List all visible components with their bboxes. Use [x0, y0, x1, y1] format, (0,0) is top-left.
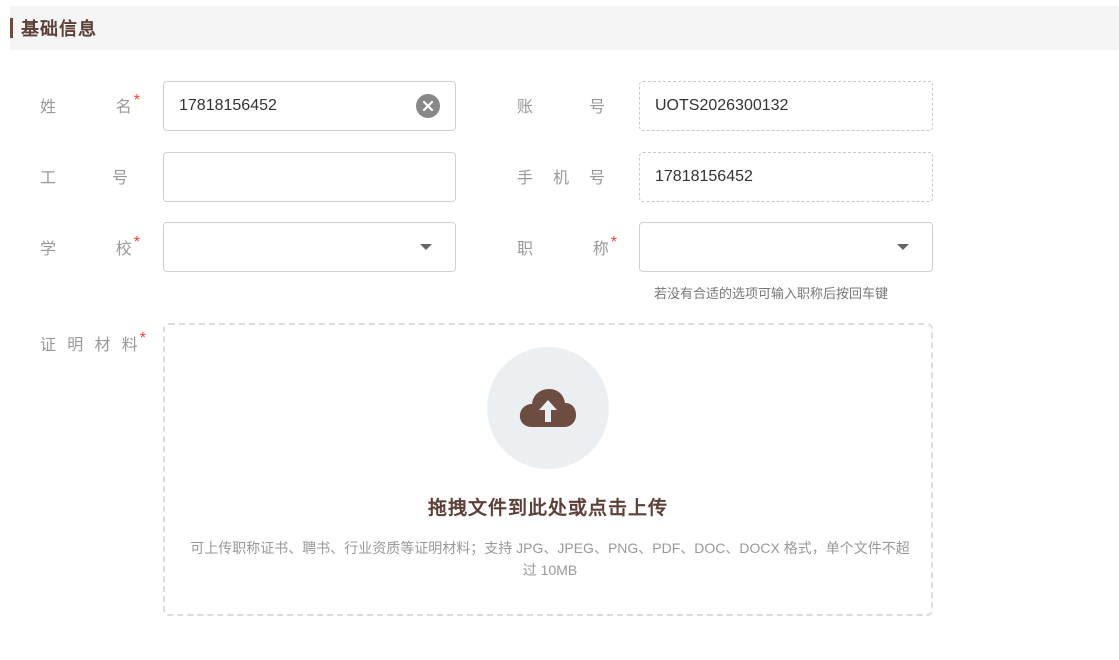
title-label: 职 称 * — [517, 234, 617, 258]
required-mark: * — [139, 330, 146, 347]
required-mark: * — [610, 234, 617, 251]
file-upload-dropzone[interactable]: 拖拽文件到此处或点击上传 可上传职称证书、聘书、行业资质等证明材料；支持 JPG… — [163, 323, 933, 616]
phone-field: 17818156452 — [639, 152, 933, 202]
proof-label-char: 材 — [94, 337, 111, 354]
name-input-value: 17818156452 — [179, 97, 277, 114]
section-header: 基础信息 — [10, 6, 1119, 50]
account-label-char: 账 — [517, 99, 534, 116]
phone-label-char: 手 — [517, 170, 534, 187]
phone-value: 17818156452 — [655, 168, 753, 185]
section-accent-bar — [10, 18, 13, 38]
school-label-char: 校 — [115, 241, 132, 258]
phone-label-char: 号 — [588, 170, 605, 187]
cloud-upload-icon — [519, 389, 576, 427]
title-hint: 若没有合适的选项可输入职称后按回车键 — [654, 286, 889, 301]
proof-label-char: 明 — [67, 337, 84, 354]
upload-description: 可上传职称证书、聘书、行业资质等证明材料；支持 JPG、JPEG、PNG、PDF… — [190, 540, 910, 578]
proof-label-char: 证 — [40, 337, 57, 354]
school-select[interactable] — [163, 222, 456, 272]
name-label: 姓 名 * — [40, 92, 140, 116]
title-label-char: 职 — [517, 241, 534, 258]
employee-id-label-char: 工 — [40, 170, 57, 187]
name-label-char: 名 — [115, 99, 132, 116]
employee-id-label-char: 号 — [111, 170, 128, 187]
name-input[interactable]: 17818156452 — [163, 81, 456, 131]
school-label: 学 校 * — [40, 234, 140, 258]
proof-label-char: 料 — [121, 337, 138, 354]
required-mark: * — [133, 92, 140, 109]
clear-icon[interactable] — [416, 94, 440, 118]
chevron-down-icon[interactable] — [897, 244, 909, 250]
upload-title: 拖拽文件到此处或点击上传 — [427, 498, 668, 519]
title-select[interactable] — [639, 222, 933, 272]
employee-id-label: 工 号 — [40, 166, 128, 187]
school-label-char: 学 — [40, 241, 57, 258]
employee-id-input[interactable] — [163, 152, 456, 202]
phone-label-char: 机 — [552, 170, 569, 187]
account-label: 账 号 — [517, 95, 605, 116]
name-label-char: 姓 — [40, 99, 57, 116]
phone-label: 手 机 号 — [517, 166, 605, 187]
account-value: UOTS2026300132 — [655, 97, 789, 114]
section-title: 基础信息 — [21, 19, 97, 39]
title-label-char: 称 — [592, 241, 609, 258]
account-field: UOTS2026300132 — [639, 81, 933, 131]
proof-label: 证 明 材 料 * — [40, 330, 146, 354]
account-label-char: 号 — [588, 99, 605, 116]
required-mark: * — [133, 234, 140, 251]
chevron-down-icon[interactable] — [420, 244, 432, 250]
upload-icon-circle — [487, 347, 609, 469]
